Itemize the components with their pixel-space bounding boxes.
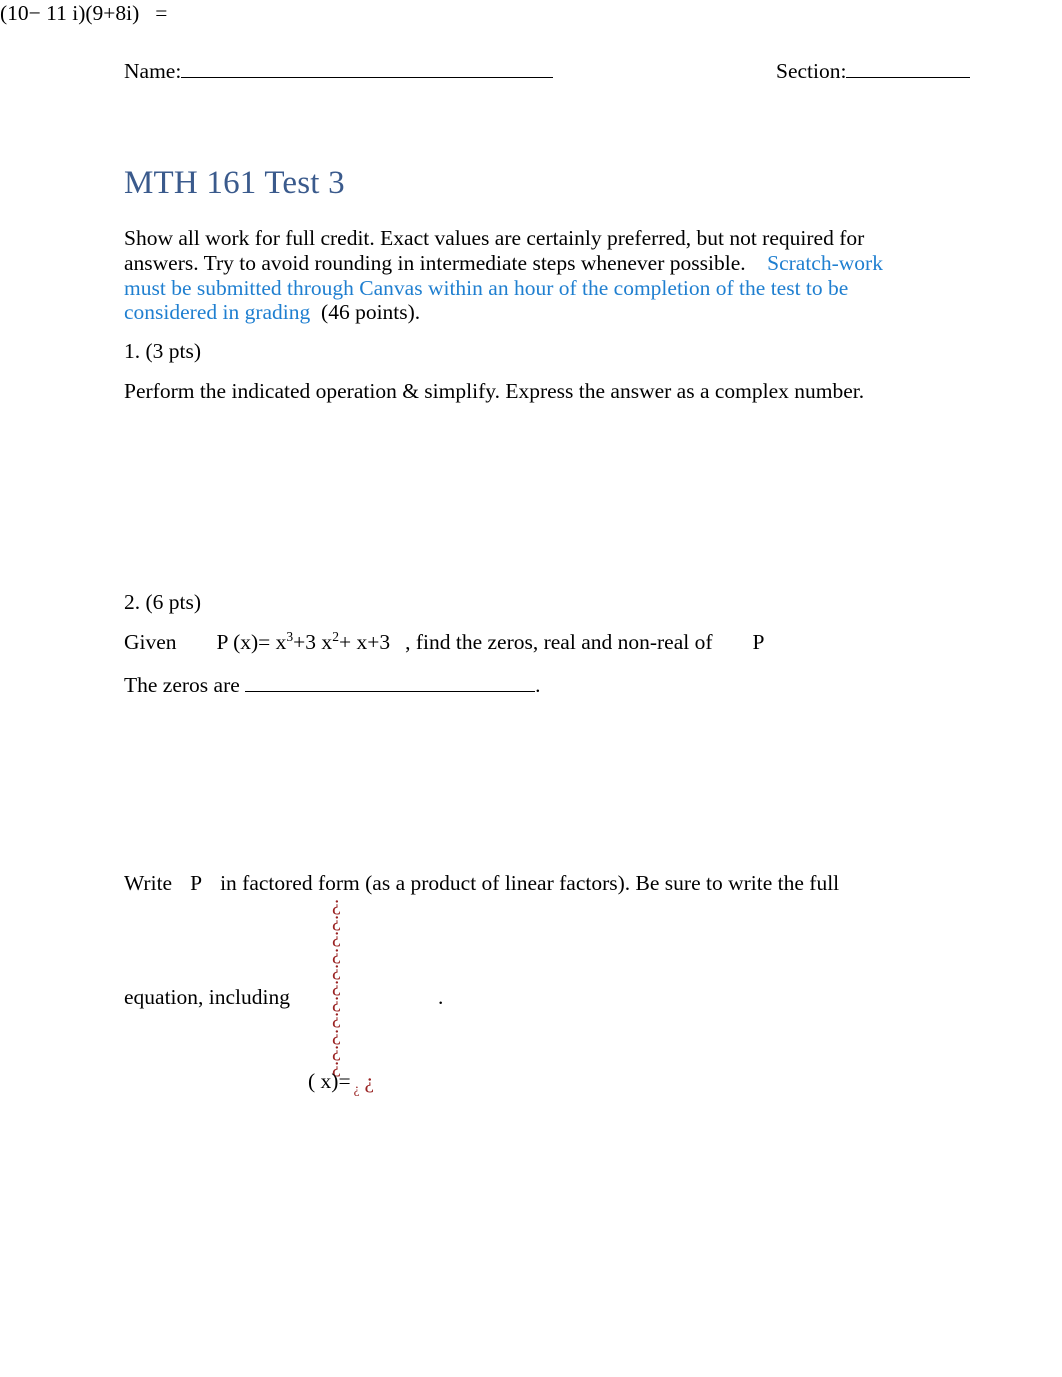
document-page: Name: Section: MTH 161 Test 3 Show all w… (0, 0, 1062, 1377)
name-blank-line (181, 59, 554, 78)
broken-equation-placeholder-column: ¿ ¿ ¿ ¿ ¿ ¿ ¿ ¿ ¿ ¿ ¿ (332, 894, 372, 1076)
question-1-equals-sign: = (155, 1, 168, 25)
write-rest-text: in factored form (as a product of linear… (220, 871, 840, 895)
broken-equation-subscript-placeholder: ¿ (353, 1081, 360, 1097)
broken-equation-red-placeholder: ¿ (364, 1069, 375, 1093)
question-2-write-factored-line: Write Pin factored form (as a product of … (124, 871, 964, 896)
instructions-black-text-2: (46 points). (321, 300, 421, 325)
question-2-number: 2. (6 pts) (124, 590, 202, 614)
question-1-number: 1. (3 pts) (124, 339, 202, 363)
instructions-black-text-1: Show all work for full credit. Exact val… (124, 226, 865, 275)
given-rest-text: , find the zeros, real and non-real of (405, 630, 713, 654)
polynomial-exponent-2: 2 (332, 628, 339, 644)
function-symbol-p: P (752, 630, 765, 654)
question-1-prompt: Perform the indicated operation & simpli… (124, 379, 865, 403)
instructions-paragraph: Show all work for full credit. Exact val… (124, 226, 899, 325)
section-field: Section: (776, 58, 971, 84)
section-label: Section: (776, 59, 847, 83)
polynomial-tail: + x+3 (338, 630, 391, 654)
name-label: Name: (124, 59, 182, 83)
section-blank-line (846, 59, 971, 78)
zeros-period: . (535, 673, 541, 697)
name-field: Name: (124, 58, 554, 84)
question-1-expression: (10− 11 i)(9+8i) = (0, 0, 1062, 26)
question-2-zeros-answer-line: The zeros are . (124, 673, 824, 698)
zeros-blank-line (245, 673, 536, 692)
equation-period: . (438, 985, 444, 1009)
header-fields-row: Name: Section: (124, 58, 974, 88)
write-lead-word: Write (124, 871, 173, 895)
polynomial-lead: P (x)= x (216, 630, 287, 654)
write-function-symbol-p: P (190, 871, 203, 895)
question-2-given-line: Given P (x)= x3+3 x2+ x+3, find the zeros… (124, 630, 984, 655)
equation-including-label: equation, including (124, 985, 290, 1009)
question-1-expression-body: (10− 11 i)(9+8i) (0, 1, 140, 25)
zeros-label: The zeros are (124, 673, 240, 697)
given-word: Given (124, 630, 177, 654)
page-title: MTH 161 Test 3 (124, 165, 345, 201)
broken-equation-tail-text: ( x)= (308, 1069, 351, 1093)
broken-equation-tail: ( x)= ¿ ¿ (308, 1068, 375, 1097)
polynomial-middle: +3 x (293, 630, 333, 654)
